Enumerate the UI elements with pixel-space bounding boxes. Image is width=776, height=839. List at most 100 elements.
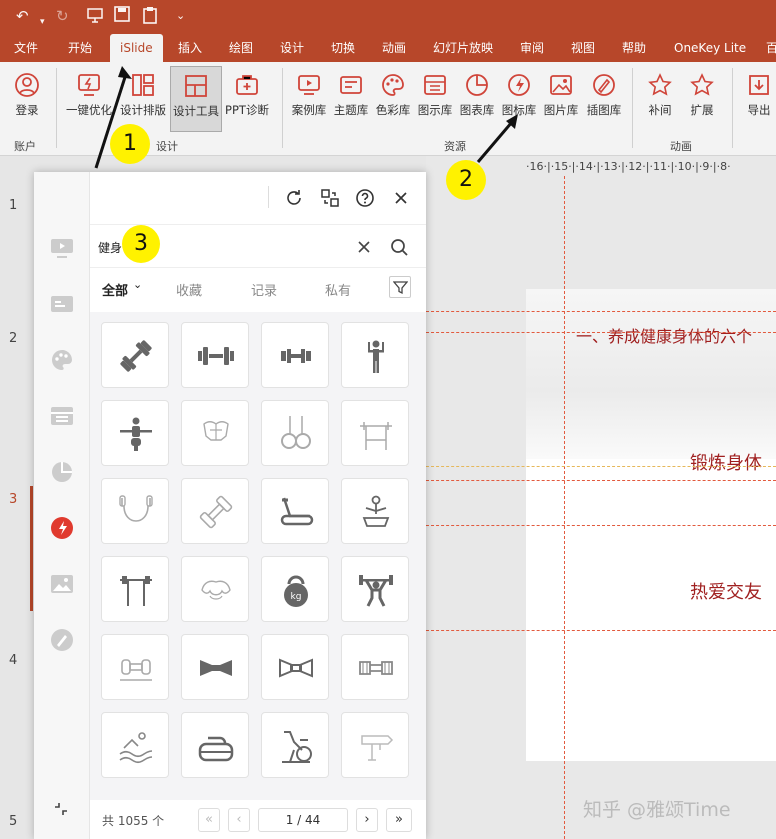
tab-help[interactable]: 帮助 [622, 34, 646, 62]
tab-more[interactable]: 百 [766, 34, 776, 62]
tab-design[interactable]: 设计 [280, 34, 304, 62]
image-library-button[interactable]: 图片库 [540, 66, 582, 132]
undo-icon[interactable]: ↶ [16, 6, 29, 26]
swap-icon[interactable] [320, 188, 340, 208]
slide-heading-2[interactable]: 热爱交友 [690, 578, 762, 604]
tween-button[interactable]: 补间 [640, 66, 680, 132]
next-page-button[interactable]: › [356, 808, 378, 832]
icon-cell[interactable] [101, 712, 169, 778]
slide-number[interactable]: 2 [9, 331, 17, 346]
filter-button[interactable] [389, 276, 411, 298]
illustration-library-button[interactable]: 插图库 [582, 66, 626, 132]
icon-cell[interactable] [101, 634, 169, 700]
tab-transitions[interactable]: 切换 [331, 34, 355, 62]
watermark: 知乎 @雅颂Time [583, 799, 731, 821]
ppt-diagnose-button[interactable]: PPT诊断 [222, 66, 272, 132]
icon-library-button[interactable]: 图标库 [498, 66, 540, 132]
icon-cell[interactable] [261, 322, 329, 388]
icon-cell[interactable] [261, 400, 329, 466]
tab-islide[interactable]: iSlide [110, 34, 163, 62]
diagram-icon[interactable] [50, 404, 74, 428]
extend-button[interactable]: 扩展 [682, 66, 722, 132]
one-click-optimize-button[interactable]: 一键优化 [62, 66, 116, 132]
icon-cell[interactable]: kg [261, 556, 329, 622]
icon-cell[interactable] [261, 478, 329, 544]
icon-cell[interactable] [341, 400, 409, 466]
present-icon[interactable] [86, 6, 104, 29]
tab-review[interactable]: 审阅 [520, 34, 544, 62]
chart-library-button[interactable]: 图表库 [456, 66, 498, 132]
search-icon[interactable] [390, 238, 408, 256]
image-icon[interactable] [50, 572, 74, 596]
icon-cell[interactable] [181, 712, 249, 778]
dumbbell-diagonal-outline-icon [199, 495, 233, 529]
filter-all[interactable]: 全部 [102, 280, 128, 299]
icon-cell[interactable] [341, 634, 409, 700]
collapse-icon[interactable] [54, 802, 68, 816]
last-page-button[interactable]: » [386, 808, 412, 832]
icon-cell[interactable] [181, 556, 249, 622]
color-library-button[interactable]: 色彩库 [372, 66, 414, 132]
slide-number[interactable]: 1 [9, 198, 17, 213]
prev-page-button[interactable]: ‹ [228, 808, 250, 832]
more-icon[interactable]: ⌄ [176, 6, 185, 26]
slide-title[interactable]: 一、养成健康身体的六个 [576, 323, 752, 347]
slide-number[interactable]: 4 [9, 653, 17, 668]
icon-cell[interactable] [101, 556, 169, 622]
case-icon[interactable] [50, 236, 74, 260]
tab-home[interactable]: 开始 [68, 34, 92, 62]
help-icon[interactable] [355, 188, 375, 208]
chevron-down-icon[interactable]: ⌄ [133, 278, 142, 291]
tab-insert[interactable]: 插入 [178, 34, 202, 62]
chevron-down-icon[interactable]: ▾ [40, 12, 45, 32]
redo-icon[interactable]: ↻ [56, 6, 69, 26]
first-page-button[interactable]: « [198, 808, 220, 832]
theme-library-button[interactable]: 主题库 [330, 66, 372, 132]
filter-private[interactable]: 私有 [325, 280, 351, 299]
design-layout-button[interactable]: 设计排版 [116, 66, 170, 132]
icon-cell[interactable] [341, 556, 409, 622]
icon-cell[interactable] [181, 634, 249, 700]
icon-cell[interactable] [101, 478, 169, 544]
save-icon[interactable] [114, 6, 130, 27]
export-button[interactable]: 导出 [742, 66, 776, 132]
theme-icon[interactable] [50, 292, 74, 316]
icon-lib-icon[interactable] [50, 516, 74, 540]
tab-draw[interactable]: 绘图 [229, 34, 253, 62]
icon-cell[interactable] [181, 322, 249, 388]
case-library-button[interactable]: 案例库 [288, 66, 330, 132]
chart-icon[interactable] [50, 460, 74, 484]
clear-icon[interactable] [356, 239, 372, 255]
filter-history[interactable]: 记录 [251, 280, 277, 299]
refresh-icon[interactable] [284, 188, 304, 208]
tab-onekey[interactable]: OneKey Lite [674, 34, 746, 62]
icon-cell[interactable] [261, 712, 329, 778]
tab-file[interactable]: 文件 [14, 34, 38, 62]
filter-favorites[interactable]: 收藏 [176, 280, 202, 299]
design-tools-button[interactable]: 设计工具 [170, 66, 222, 132]
illustration-icon[interactable] [50, 628, 74, 652]
kettlebell-icon: kg [284, 575, 308, 607]
icon-cell[interactable] [261, 634, 329, 700]
palette-icon[interactable] [50, 348, 74, 372]
guide-line [564, 176, 565, 839]
icon-cell[interactable] [181, 478, 249, 544]
page-indicator[interactable]: 1 / 44 [258, 808, 348, 832]
icon-cell[interactable] [181, 400, 249, 466]
icon-cell[interactable] [341, 478, 409, 544]
login-button[interactable]: 登录 [8, 66, 46, 132]
tab-view[interactable]: 视图 [571, 34, 595, 62]
icon-cell[interactable] [101, 400, 169, 466]
close-icon[interactable] [391, 188, 411, 208]
bench-press-rack-icon [360, 422, 392, 450]
icon-cell[interactable] [101, 322, 169, 388]
slide-heading-1[interactable]: 锻炼身体 [690, 449, 762, 475]
tab-slideshow[interactable]: 幻灯片放映 [433, 34, 493, 62]
paste-icon[interactable] [142, 6, 158, 29]
slide-number[interactable]: 5 [9, 814, 17, 829]
slide-number-active[interactable]: 3 [9, 492, 17, 507]
diagram-library-button[interactable]: 图示库 [414, 66, 456, 132]
icon-cell[interactable] [341, 712, 409, 778]
icon-cell[interactable] [341, 322, 409, 388]
tab-animations[interactable]: 动画 [382, 34, 406, 62]
